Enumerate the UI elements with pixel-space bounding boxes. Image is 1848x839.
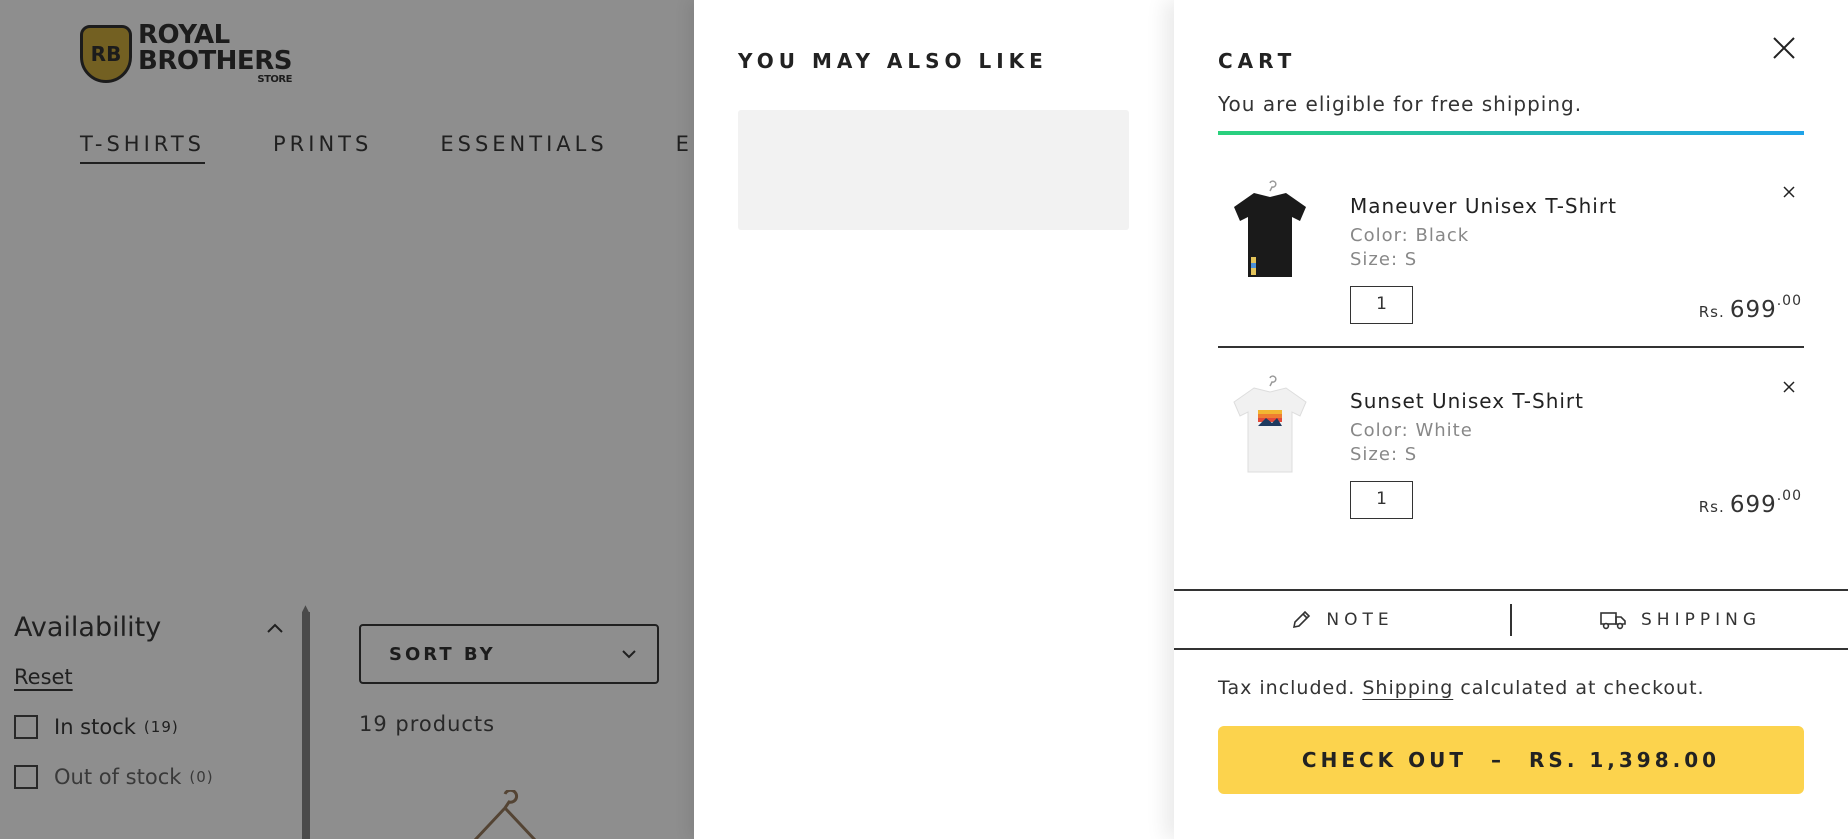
shipping-button[interactable]: SHIPPING — [1512, 609, 1848, 631]
cart-item-name[interactable]: Maneuver Unisex T-Shirt — [1350, 194, 1617, 218]
upsell-panel: YOU MAY ALSO LIKE — [694, 0, 1174, 839]
checkout-button[interactable]: CHECK OUT – RS. 1,398.00 — [1218, 726, 1804, 794]
checkout-separator: – — [1491, 748, 1506, 772]
cart-item-color: Color: Black — [1350, 225, 1470, 246]
remove-item-icon[interactable] — [1782, 380, 1796, 394]
price-amount: 699 — [1729, 297, 1777, 323]
tax-note: Tax included. Shipping calculated at che… — [1218, 677, 1705, 699]
cart-item: Sunset Unisex T-Shirt Color: White Size:… — [1218, 350, 1804, 543]
price-currency: Rs. — [1698, 303, 1725, 321]
product-image-black-tshirt[interactable] — [1230, 177, 1310, 281]
shipping-progress-fill — [1218, 131, 1804, 135]
cart-item-size: Size: S — [1350, 444, 1418, 465]
price-decimal: .00 — [1776, 293, 1802, 309]
product-image-white-tshirt[interactable] — [1230, 372, 1310, 476]
upsell-title: YOU MAY ALSO LIKE — [738, 49, 1048, 73]
cart-actions-bar: NOTE SHIPPING — [1174, 589, 1848, 650]
truck-icon — [1600, 611, 1626, 629]
shipping-policy-link[interactable]: Shipping — [1362, 677, 1453, 699]
page-overlay[interactable] — [0, 0, 694, 839]
cart-title: CART — [1218, 49, 1297, 73]
cart-item-price: Rs. 699.00 — [1699, 488, 1802, 518]
cart-item-color: Color: White — [1350, 420, 1473, 441]
cart-item: Maneuver Unisex T-Shirt Color: Black Siz… — [1218, 155, 1804, 348]
remove-item-icon[interactable] — [1782, 185, 1796, 199]
pencil-icon — [1293, 610, 1311, 628]
cart-item-price: Rs. 699.00 — [1699, 293, 1802, 323]
cart-item-name[interactable]: Sunset Unisex T-Shirt — [1350, 389, 1584, 413]
note-button[interactable]: NOTE — [1174, 609, 1510, 631]
tax-suffix: calculated at checkout. — [1460, 677, 1705, 699]
shipping-label: SHIPPING — [1641, 609, 1761, 630]
cart-drawer: CART You are eligible for free shipping.… — [1174, 0, 1848, 839]
quantity-input[interactable]: 1 — [1350, 481, 1413, 519]
price-currency: Rs. — [1698, 498, 1725, 516]
upsell-placeholder — [738, 110, 1129, 230]
free-shipping-message: You are eligible for free shipping. — [1218, 92, 1583, 116]
price-decimal: .00 — [1776, 488, 1802, 504]
cart-item-size: Size: S — [1350, 249, 1418, 270]
note-label: NOTE — [1326, 609, 1394, 630]
checkout-total: RS. 1,398.00 — [1529, 748, 1721, 772]
price-amount: 699 — [1729, 492, 1777, 518]
quantity-input[interactable]: 1 — [1350, 286, 1413, 324]
close-icon[interactable] — [1770, 34, 1798, 62]
checkout-label: CHECK OUT — [1301, 748, 1468, 772]
tax-prefix: Tax included. — [1218, 677, 1356, 699]
shipping-progress-bar — [1218, 131, 1804, 135]
